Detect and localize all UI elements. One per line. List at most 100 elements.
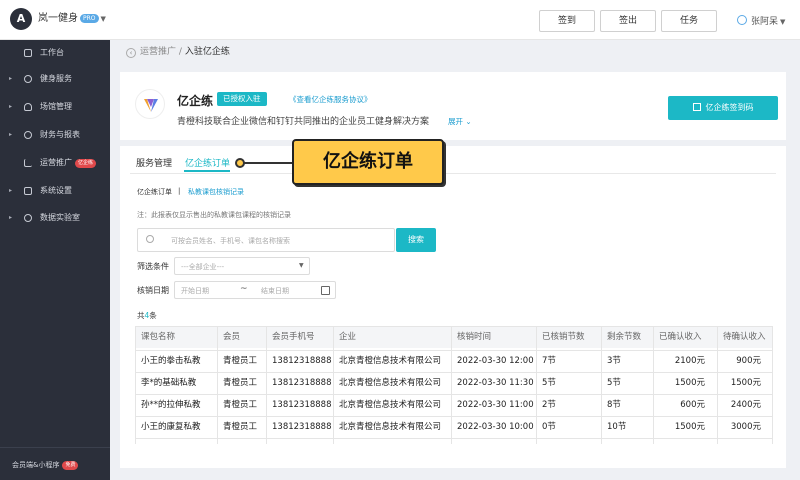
table-cell: 小王的康复私教 [141,422,201,432]
bulb-icon [24,214,32,222]
sidebar-item-datalab[interactable]: ▸ 数据实验室 [0,208,110,228]
table-cell: 2节 [542,400,556,410]
table-cell: 小王的拳击私教 [141,356,201,366]
expand-link[interactable]: 展开 ⌄ [448,116,472,127]
table-row[interactable]: 李*的基础私教 青橙员工 13812318888 北京青橙信息技术有限公司 2022-0… [135,372,773,394]
sidebar-item-settings[interactable]: ▸ 系统设置 [0,181,110,201]
breadcrumb: ‹ 运营推广 / 入驻亿企练 [126,44,230,58]
table-cell: 1500元 [674,422,705,432]
coin-icon [24,131,32,139]
subtab-orders[interactable]: 亿企练订单 [137,187,172,197]
chevron-down-icon: ▼ [299,262,304,269]
table-row-divider [135,394,773,395]
table-row[interactable]: 小王的康复私教 青橙员工 13812318888 北京青橙信息技术有限公司 2022-0… [135,416,773,438]
sidebar-item-label: 财务与报表 [40,130,80,139]
table-col-divider [653,326,654,444]
table-header-cell[interactable]: 已核销节数 [536,326,601,348]
chevron-right-icon: ▸ [9,103,13,110]
table-cell: 北京青橙信息技术有限公司 [339,378,442,388]
table-cell: 7节 [542,356,556,366]
chevron-right-icon: ▸ [9,75,13,82]
task-button[interactable]: 任务 [661,10,717,32]
authorized-badge: 已授权入驻 [217,92,267,106]
tab-divider [130,173,776,174]
table-cell: 10节 [607,422,627,432]
annotation-callout: 亿企练订单 [292,139,444,185]
sidebar-footer-miniprogram[interactable]: 会员端&小程序 免费 [0,447,110,480]
user-icon [24,103,32,111]
back-icon[interactable]: ‹ [126,48,136,58]
table-cell: 3000元 [730,422,761,432]
table-cell: 北京青橙信息技术有限公司 [339,356,442,366]
tab-service-management[interactable]: 服务管理 [136,156,172,169]
sidebar-item-label: 工作台 [40,48,64,57]
sidebar-item-marketing[interactable]: 运营推广 亿企练 [0,153,110,173]
table-cell: 2022-03-30 11:00 [457,400,534,410]
search-input[interactable]: 可按会员姓名、手机号、课包名称搜索 [137,228,395,252]
table-cell: 2100元 [674,356,705,366]
date-range-separator: ~ [240,284,248,294]
table-row-divider [135,350,773,351]
redeem-date-label: 核销日期 [137,286,169,295]
user-name: 张阿呆 [751,17,779,27]
checkin-qr-button[interactable]: 亿企练签到码 [668,96,778,120]
search-icon [146,235,154,243]
table-cell: 2400元 [730,400,761,410]
total-count: 共4条 [137,310,157,321]
report-note: 注：此报表仅显示售出的私教课包课程的核销记录 [137,211,291,219]
sidebar-item-label: 运营推广 [40,158,72,167]
table-header-cell[interactable]: 已确认收入 [653,326,717,348]
chevron-down-icon: ⌄ [465,117,472,126]
table-col-divider [536,326,537,444]
table-header-cell[interactable]: 课包名称 [135,326,217,348]
service-header-card: 亿企练 已授权入驻 《查看亿企练服务协议》 青橙科技联合企业微信和钉钉共同推出的… [120,72,786,140]
search-button[interactable]: 搜索 [396,228,436,252]
checkin-button[interactable]: 签到 [539,10,595,32]
enterprise-select[interactable]: ---全部企业--- ▼ [174,257,310,275]
date-range-picker[interactable]: 开始日期 ~ 结束日期 [174,281,336,299]
table-cell: 13812318888 [272,378,332,388]
table-row[interactable]: 小王的拳击私教 青橙员工 13812318888 北京青橙信息技术有限公司 2022-0… [135,350,773,372]
pro-badge: PRO [80,14,99,23]
breadcrumb-parent[interactable]: 运营推广 [140,47,176,57]
table-header-cell[interactable]: 待确认收入 [717,326,773,348]
table-col-divider [135,326,136,444]
sidebar-item-workbench[interactable]: 工作台 [0,43,110,63]
user-menu[interactable]: 张阿呆 ▼ [737,14,785,27]
sidebar-item-label: 健身服务 [40,74,72,83]
table-row[interactable]: 孙**的拉伸私教 青橙员工 13812318888 北京青橙信息技术有限公司 2022-… [135,394,773,416]
subtab-redemption-records[interactable]: 私教课包核销记录 [188,187,244,197]
sidebar-item-finance[interactable]: ▸ 财务与报表 [0,125,110,145]
agreement-link[interactable]: 《查看亿企练服务协议》 [289,94,372,105]
yiqilian-logo-icon [135,89,165,119]
checkout-button[interactable]: 签出 [600,10,656,32]
sidebar-item-venue[interactable]: ▸ 场馆管理 [0,97,110,117]
active-tab-indicator [184,170,230,172]
sidebar-item-fitness[interactable]: ▸ 健身服务 [0,69,110,89]
table-header-cell[interactable]: 会员 [217,326,266,348]
chart-icon [24,159,32,167]
sidebar-item-label: 数据实验室 [40,213,80,222]
table-header-cell[interactable]: 核销时间 [451,326,536,348]
app-switcher[interactable]: 岚一健身 PRO ▼ [38,9,106,24]
subtab-separator: | [178,187,181,195]
table-cell: 北京青橙信息技术有限公司 [339,422,442,432]
clock-icon [24,75,32,83]
table-header-cell[interactable]: 企业 [333,326,451,348]
tab-orders[interactable]: 亿企练订单 [185,156,230,169]
table-cell: 孙**的拉伸私教 [141,400,201,410]
table-header-cell[interactable]: 剩余节数 [601,326,653,348]
total-suffix: 条 [149,311,157,320]
table-cell: 1500元 [730,378,761,388]
sidebar: 工作台 ▸ 健身服务 ▸ 场馆管理 ▸ 财务与报表 运营推广 亿企练 ▸ 系统设置… [0,40,110,480]
table-cell: 青橙员工 [223,378,258,388]
service-title: 亿企练 [177,94,214,108]
start-date-placeholder: 开始日期 [181,287,209,295]
chevron-down-icon: ▼ [100,15,106,23]
table-col-divider [266,326,267,444]
app-logo-icon[interactable]: A [10,8,32,30]
table-col-divider [217,326,218,444]
table-row-divider [135,416,773,417]
table-header-cell[interactable]: 会员手机号 [266,326,333,348]
free-badge: 免费 [62,461,79,470]
